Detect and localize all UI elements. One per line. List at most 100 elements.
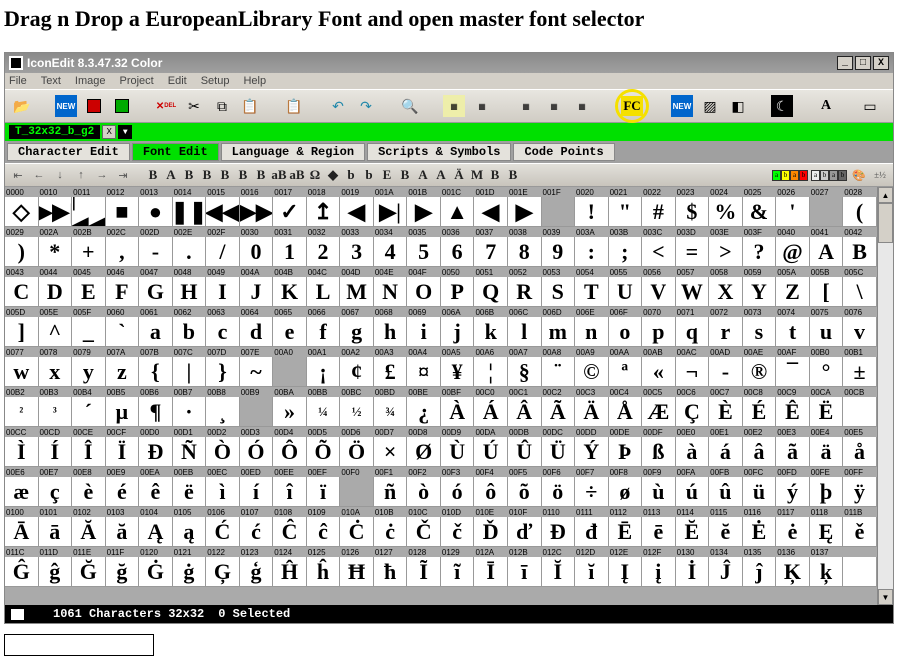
- char-cell[interactable]: 010CČ: [407, 507, 441, 547]
- cut-icon[interactable]: ✂: [183, 95, 205, 117]
- char-cell[interactable]: 0130İ: [676, 547, 710, 587]
- char-cell[interactable]: 006En: [575, 307, 609, 347]
- char-cell[interactable]: 010Bċ: [374, 507, 408, 547]
- mode-tab-scripts-symbols[interactable]: Scripts & Symbols: [367, 143, 511, 161]
- char-cell[interactable]: 0061a: [139, 307, 173, 347]
- redo-icon[interactable]: ↷: [355, 95, 377, 117]
- vertical-scrollbar[interactable]: ▲ ▼: [877, 187, 893, 605]
- char-cell[interactable]: 00FEþ: [810, 467, 844, 507]
- tab-close-button[interactable]: X: [102, 125, 116, 139]
- char-cell[interactable]: 001C▲: [441, 187, 475, 227]
- char-cell[interactable]: 006Cl: [508, 307, 542, 347]
- char-cell[interactable]: 0012■: [106, 187, 140, 227]
- char-cell[interactable]: 0072r: [709, 307, 743, 347]
- char-cell[interactable]: 00E0à: [676, 427, 710, 467]
- char-cell[interactable]: 00B5µ: [106, 387, 140, 427]
- char-cell[interactable]: [843, 547, 877, 587]
- char-cell[interactable]: 012Fį: [642, 547, 676, 587]
- char-cell[interactable]: 00C8É: [743, 387, 777, 427]
- char-cell[interactable]: 006Fo: [609, 307, 643, 347]
- char-cell[interactable]: 0020!: [575, 187, 609, 227]
- char-cell[interactable]: 0126Ħ: [340, 547, 374, 587]
- char-cell[interactable]: 010Fď: [508, 507, 542, 547]
- char-cell[interactable]: 00FBû: [709, 467, 743, 507]
- arrow-left-icon[interactable]: ←: [30, 166, 48, 184]
- char-cell[interactable]: 0116Ė: [743, 507, 777, 547]
- char-cell[interactable]: 00FAú: [676, 467, 710, 507]
- char-cell[interactable]: 0109ĉ: [307, 507, 341, 547]
- minimize-button[interactable]: _: [837, 56, 853, 70]
- char-cell[interactable]: 0128Ĩ: [407, 547, 441, 587]
- fontedit-btn-13[interactable]: E: [378, 166, 396, 184]
- char-cell[interactable]: 010EĎ: [474, 507, 508, 547]
- char-cell[interactable]: 006Aj: [441, 307, 475, 347]
- char-cell[interactable]: 0113ē: [642, 507, 676, 547]
- char-cell[interactable]: 011Fğ: [106, 547, 140, 587]
- char-cell[interactable]: 00A8¨: [542, 347, 576, 387]
- char-cell[interactable]: 00A7§: [508, 347, 542, 387]
- char-cell[interactable]: 007C|: [173, 347, 207, 387]
- char-cell[interactable]: 00D2Ò: [206, 427, 240, 467]
- char-cell[interactable]: 0068h: [374, 307, 408, 347]
- zoom-icon[interactable]: 🔍: [399, 95, 421, 117]
- char-cell[interactable]: 0078x: [39, 347, 73, 387]
- char-cell[interactable]: 00BA»: [273, 387, 307, 427]
- char-cell[interactable]: 00A6¦: [474, 347, 508, 387]
- char-cell[interactable]: 00E7ç: [39, 467, 73, 507]
- char-cell[interactable]: 0107ć: [240, 507, 274, 547]
- char-cell[interactable]: 00D3Ó: [240, 427, 274, 467]
- char-cell[interactable]: 0046F: [106, 267, 140, 307]
- char-cell[interactable]: 0044D: [39, 267, 73, 307]
- char-cell[interactable]: 0049I: [206, 267, 240, 307]
- menu-edit[interactable]: Edit: [168, 75, 187, 87]
- fontedit-btn-12[interactable]: b: [360, 166, 378, 184]
- menu-project[interactable]: Project: [120, 75, 154, 87]
- char-cell[interactable]: 00B2²: [5, 387, 39, 427]
- char-cell[interactable]: 005F_: [72, 307, 106, 347]
- char-cell[interactable]: 0111đ: [575, 507, 609, 547]
- char-cell[interactable]: 012AĪ: [474, 547, 508, 587]
- char-cell[interactable]: 0013●: [139, 187, 173, 227]
- cube-icon[interactable]: ◧: [727, 95, 749, 117]
- char-cell[interactable]: 00B1±: [843, 347, 877, 387]
- fontedit-btn-15[interactable]: A: [414, 166, 432, 184]
- char-cell[interactable]: 002A*: [39, 227, 73, 267]
- char-cell[interactable]: 0065e: [273, 307, 307, 347]
- char-cell[interactable]: 00C7È: [709, 387, 743, 427]
- char-cell[interactable]: 00DAÚ: [474, 427, 508, 467]
- char-cell[interactable]: 0112Ē: [609, 507, 643, 547]
- char-cell[interactable]: 00B4´: [72, 387, 106, 427]
- char-cell[interactable]: 001B▶: [407, 187, 441, 227]
- char-cell[interactable]: 004DM: [340, 267, 374, 307]
- char-cell[interactable]: 0018↥: [307, 187, 341, 227]
- char-cell[interactable]: 00D6Ö: [340, 427, 374, 467]
- char-cell[interactable]: 0103ă: [106, 507, 140, 547]
- char-cell[interactable]: 00AB«: [642, 347, 676, 387]
- paste-icon[interactable]: 📋: [239, 95, 261, 117]
- menu-text[interactable]: Text: [41, 75, 61, 87]
- grid1-icon[interactable]: ▦: [443, 95, 465, 117]
- char-cell[interactable]: 00355: [407, 227, 441, 267]
- fontedit-btn-16[interactable]: A: [432, 166, 450, 184]
- stepper-icon[interactable]: ±½: [871, 166, 889, 184]
- char-cell[interactable]: 0016▶▶: [240, 187, 274, 227]
- char-cell[interactable]: 00C4Å: [609, 387, 643, 427]
- bg-swatch[interactable]: [26, 609, 39, 620]
- clipboard-icon[interactable]: 📋: [283, 95, 305, 117]
- char-cell[interactable]: 00BFÀ: [441, 387, 475, 427]
- char-cell[interactable]: 0067g: [340, 307, 374, 347]
- char-cell[interactable]: 0058X: [709, 267, 743, 307]
- char-cell[interactable]: 00C6Ç: [676, 387, 710, 427]
- char-cell[interactable]: 00366: [441, 227, 475, 267]
- delete-icon[interactable]: ✕DEL: [155, 95, 177, 117]
- char-cell[interactable]: 00EAê: [139, 467, 173, 507]
- open-icon[interactable]: 📂: [11, 95, 33, 117]
- fg-swatch[interactable]: [11, 609, 24, 620]
- char-cell[interactable]: 0115ĕ: [709, 507, 743, 547]
- char-cell[interactable]: 0102Ă: [72, 507, 106, 547]
- char-cell[interactable]: 0062b: [173, 307, 207, 347]
- char-cell[interactable]: 00B6¶: [139, 387, 173, 427]
- swatch1-icon[interactable]: ▨: [699, 95, 721, 117]
- scroll-track[interactable]: [878, 203, 893, 589]
- char-cell[interactable]: 00E5å: [843, 427, 877, 467]
